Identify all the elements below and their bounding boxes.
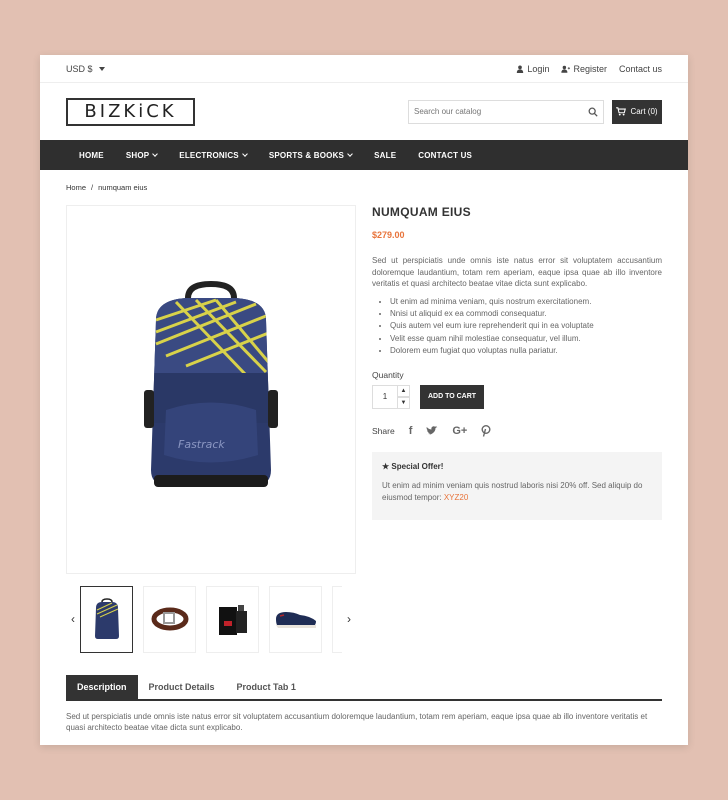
facebook-icon[interactable]: f	[409, 425, 413, 437]
offer-code: XYZ20	[443, 493, 469, 503]
cart-label: Cart (0)	[630, 107, 658, 116]
product-price: $279.00	[372, 230, 405, 240]
thumbnail-shoe[interactable]	[269, 585, 322, 653]
special-offer-box: ★ Special Offer! Ut enim ad minim veniam…	[372, 451, 662, 520]
feature-item: Quis autem vel eum iure reprehenderit qu…	[390, 320, 662, 332]
shoe-thumb-icon	[275, 612, 316, 628]
nav-item-contact[interactable]: CONTACT US	[418, 151, 472, 160]
pinterest-icon[interactable]	[481, 424, 491, 437]
nav-item-sale[interactable]: SALE	[374, 151, 396, 160]
perfume-thumb-icon	[218, 605, 247, 635]
nav-label: HOME	[79, 150, 104, 160]
header: BIZKiCK Cart (0)	[40, 83, 688, 140]
belt-thumb-icon	[151, 607, 188, 631]
currency-label: USD $	[66, 63, 93, 74]
nav-label: SHOP	[125, 150, 150, 160]
feature-item: Velit esse quam nihil molestiae consequa…	[390, 333, 662, 345]
nav-item-sports-books[interactable]: SPORTS & BOOKS	[268, 150, 353, 160]
product-title: NUMQUAM EIUS	[372, 205, 471, 219]
product-main-image[interactable]: Fastrack	[66, 205, 356, 574]
product-features: Ut enim ad minima veniam, quis nostrum e…	[372, 296, 662, 358]
tab-content: Sed ut perspiciatis unde omnis iste natu…	[66, 712, 648, 732]
breadcrumb: Home / numquam eius	[66, 183, 147, 192]
currency-selector[interactable]: USD $	[66, 64, 105, 74]
breadcrumb-current[interactable]: numquam eius	[98, 183, 147, 192]
product-info: NUMQUAM EIUS $279.00 Sed ut perspiciatis…	[372, 205, 662, 520]
search-box	[408, 99, 604, 124]
quantity-decrease-button[interactable]: ▼	[398, 396, 410, 409]
feature-item: Nnisi ut aliquid ex ea commodi consequat…	[390, 308, 662, 320]
nav-label: SPORTS & BOOKS	[268, 150, 345, 160]
thumbnail-belt[interactable]	[143, 585, 196, 653]
backpack-image: Fastrack	[144, 280, 278, 487]
thumbnail-partial[interactable]	[332, 585, 342, 653]
search-icon[interactable]	[588, 107, 598, 117]
logo[interactable]: BIZKiCK	[66, 97, 195, 126]
nav-item-shop[interactable]: SHOP	[125, 150, 159, 160]
top-bar: USD $ Login Register Contact us	[40, 55, 688, 83]
share-label: Share	[372, 425, 395, 436]
contact-link[interactable]: Contact us	[619, 64, 662, 74]
offer-title-text: Special Offer!	[391, 461, 444, 471]
login-label: Login	[527, 63, 550, 74]
feature-item: Dolorem eum fugiat quo voluptas nulla pa…	[390, 345, 662, 357]
quantity-input[interactable]: 1	[372, 384, 398, 409]
nav-item-electronics[interactable]: ELECTRONICS	[179, 150, 248, 160]
offer-title: ★ Special Offer!	[382, 462, 652, 471]
quantity-stepper: 1 ▲ ▼	[372, 384, 410, 409]
chevron-down-icon	[242, 151, 248, 157]
login-link[interactable]: Login	[516, 64, 549, 74]
nav-label: ELECTRONICS	[179, 150, 239, 160]
breadcrumb-separator: /	[91, 183, 94, 192]
cart-icon	[616, 107, 627, 116]
breadcrumb-home[interactable]: Home	[66, 183, 86, 192]
product-tabs: Description Product Details Product Tab …	[66, 675, 662, 701]
user-plus-icon	[561, 65, 571, 73]
backpack-thumb-icon	[94, 598, 119, 639]
page-frame: USD $ Login Register Contact us BIZKiCK	[40, 55, 688, 745]
share-row: Share f G+	[372, 425, 662, 437]
nav-label: CONTACT US	[418, 150, 473, 160]
feature-item: Ut enim ad minima veniam, quis nostrum e…	[390, 296, 662, 308]
tab-description[interactable]: Description	[66, 675, 138, 699]
thumbnail-carousel: ‹ ›	[66, 585, 356, 653]
nav-item-home[interactable]: HOME	[79, 151, 104, 160]
svg-text:Fastrack: Fastrack	[178, 438, 225, 451]
thumbnail-backpack[interactable]	[80, 585, 133, 653]
twitter-icon[interactable]	[426, 425, 438, 436]
nav-label: SALE	[374, 150, 397, 160]
tab-product-tab-1[interactable]: Product Tab 1	[226, 675, 307, 699]
thumbnail-perfume[interactable]	[206, 585, 259, 653]
user-icon	[517, 65, 524, 73]
google-plus-icon[interactable]: G+	[452, 425, 467, 437]
offer-text: Ut enim ad minim veniam quis nostrud lab…	[382, 480, 652, 505]
offer-body: Ut enim ad minim veniam quis nostrud lab…	[382, 480, 643, 503]
register-label: Register	[573, 63, 607, 74]
chevron-down-icon	[347, 151, 353, 157]
main-nav: HOME SHOP ELECTRONICS SPORTS & BOOKS SAL…	[40, 140, 688, 170]
quantity-increase-button[interactable]: ▲	[398, 384, 410, 397]
tab-product-details[interactable]: Product Details	[138, 675, 226, 699]
quantity-label: Quantity	[372, 369, 404, 380]
caret-down-icon	[98, 66, 105, 71]
cart-button[interactable]: Cart (0)	[612, 99, 662, 124]
product-description: Sed ut perspiciatis unde omnis iste natu…	[372, 256, 662, 288]
chevron-left-icon[interactable]: ‹	[66, 612, 80, 626]
search-input[interactable]	[414, 107, 574, 116]
star-icon: ★	[382, 461, 390, 471]
chevron-down-icon	[152, 151, 159, 157]
register-link[interactable]: Register	[561, 64, 607, 74]
add-to-cart-button[interactable]: ADD TO CART	[420, 384, 484, 409]
chevron-right-icon[interactable]: ›	[342, 612, 356, 626]
